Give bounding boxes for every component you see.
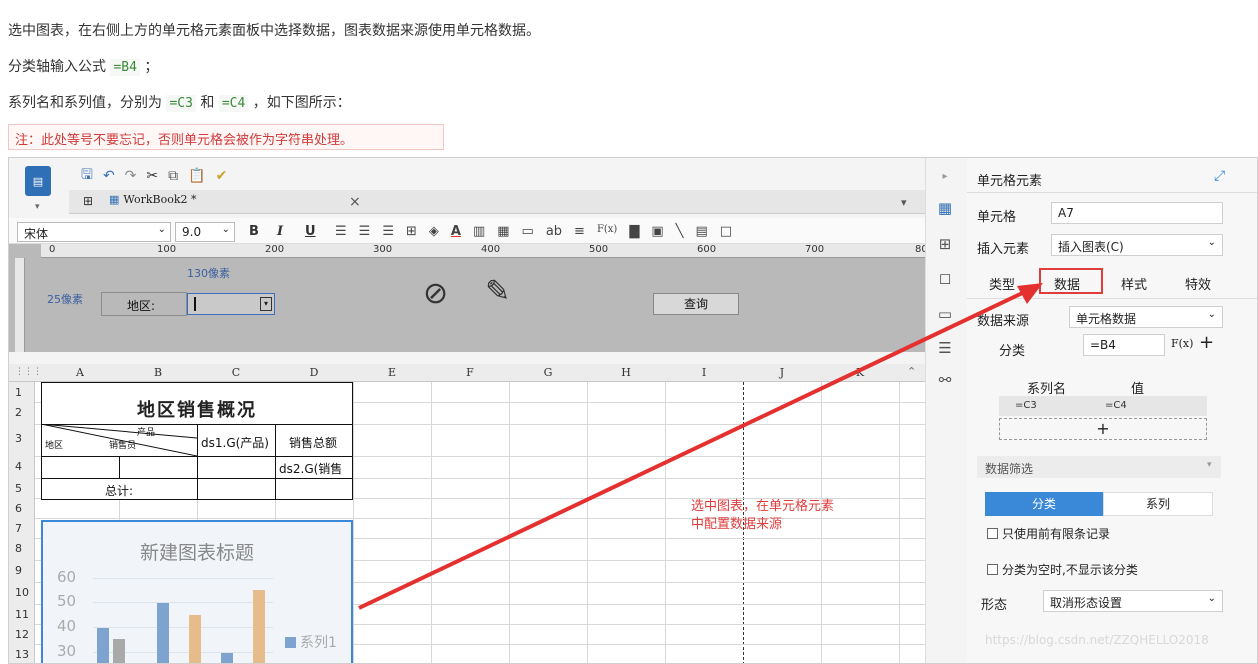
note-box: 注：此处等号不要忘记，否则单元格会被作为字符串处理。 <box>8 124 444 150</box>
code-b4: =B4 <box>110 59 140 76</box>
intro-line-2-prefix: 分类轴输入公式 <box>8 59 106 75</box>
designer-window: ▤ ▾ 🖫 ↶ ↷ ✂ ⧉ 📋 ✔ ⊞ ▦ WorkBook2 * × ▾ 宋体… <box>8 157 1258 664</box>
code-c3: =C3 <box>166 95 196 112</box>
intro-line-2-suffix: ； <box>144 59 159 75</box>
intro-line-2: 分类轴输入公式 =B4 ； <box>8 56 158 76</box>
intro-line-3: 系列名和系列值，分别为 =C3 和 =C4 ，如下图所示： <box>8 92 351 112</box>
intro-line-3-mid: 和 <box>200 95 215 111</box>
intro-line-1: 选中图表，在右侧上方的单元格元素面板中选择数据，图表数据来源使用单元格数据。 <box>8 23 540 39</box>
code-c4: =C4 <box>218 95 249 112</box>
intro-line-3-prefix: 系列名和系列值，分别为 <box>8 95 162 111</box>
red-arrow <box>358 283 1043 610</box>
intro-line-3-suffix: ，如下图所示： <box>252 95 351 111</box>
